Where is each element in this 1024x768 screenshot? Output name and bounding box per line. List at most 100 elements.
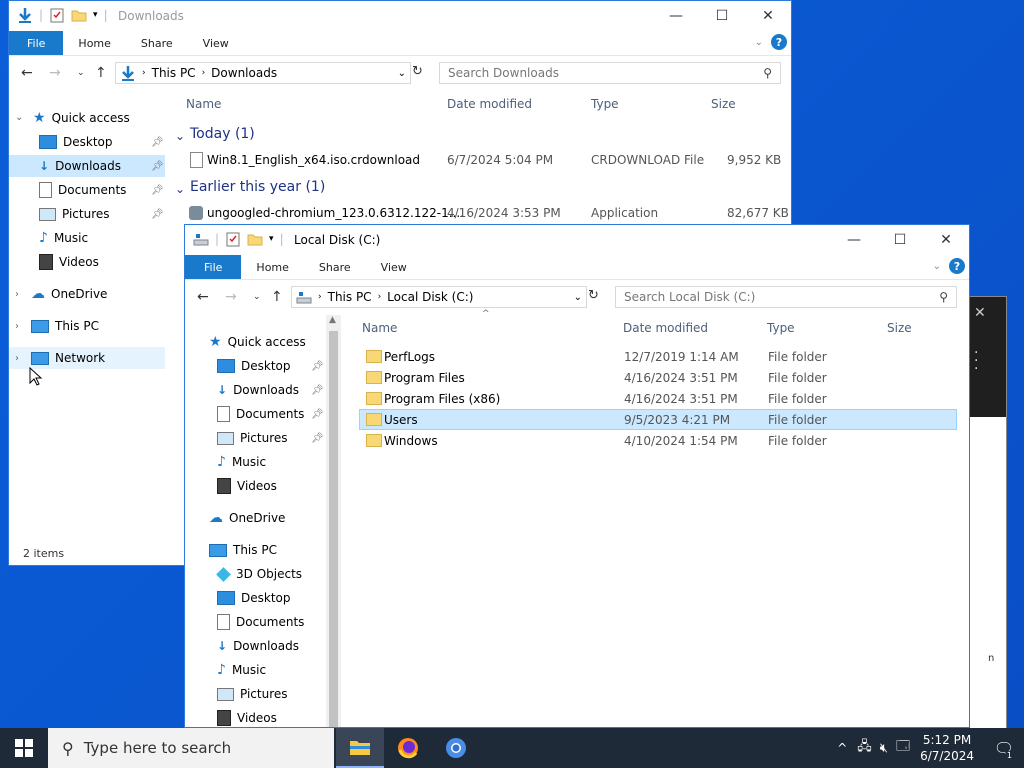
- nav-onedrive[interactable]: ☁ OneDrive: [31, 283, 107, 305]
- help-icon[interactable]: ?: [771, 34, 787, 50]
- show-hidden-icons-icon[interactable]: ^: [837, 741, 847, 755]
- search-icon[interactable]: ⚲: [939, 290, 948, 304]
- group-header-earlier[interactable]: Earlier this year (1): [190, 179, 325, 195]
- nav-pictures[interactable]: Pictures: [217, 427, 288, 449]
- nav-downloads[interactable]: ↓ Downloads: [9, 155, 165, 177]
- chevron-down-icon[interactable]: ⌄: [15, 112, 23, 123]
- table-row[interactable]: PerfLogs 12/7/2019 1:14 AM File folder: [360, 346, 958, 367]
- expand-ribbon-icon[interactable]: ⌄: [933, 261, 941, 272]
- breadcrumb-this-pc[interactable]: This PC: [152, 66, 196, 80]
- nav-videos[interactable]: Videos: [9, 251, 165, 273]
- new-folder-icon[interactable]: [71, 7, 87, 23]
- search-icon[interactable]: ⚲: [763, 66, 772, 80]
- close-button[interactable]: ✕: [923, 225, 969, 255]
- pin-icon[interactable]: 📌︎: [311, 385, 324, 396]
- chevron-down-icon[interactable]: ⌄: [175, 129, 185, 143]
- help-icon[interactable]: ?: [949, 258, 965, 274]
- properties-icon[interactable]: [225, 231, 241, 247]
- forward-button[interactable]: →: [225, 289, 237, 305]
- nav-quick-access[interactable]: ★ Quick access: [209, 331, 306, 353]
- breadcrumb-downloads[interactable]: Downloads: [211, 66, 277, 80]
- chevron-down-icon[interactable]: ▾: [93, 10, 98, 20]
- clock[interactable]: 5:12 PM 6/7/2024: [920, 732, 974, 764]
- column-header-type[interactable]: Type: [767, 321, 795, 335]
- column-header-name[interactable]: Name: [362, 321, 397, 335]
- input-indicator-icon[interactable]: 🗔: [896, 737, 910, 759]
- start-button[interactable]: [0, 728, 48, 768]
- nav-this-pc[interactable]: This PC: [31, 315, 99, 337]
- nav-network[interactable]: Network: [9, 347, 165, 369]
- tab-file[interactable]: File: [9, 31, 64, 55]
- scroll-up-icon[interactable]: ▲: [329, 315, 336, 325]
- list-item[interactable]: Win8.1_English_x64.iso.crdownload 6/7/20…: [186, 149, 786, 170]
- tab-share[interactable]: Share: [304, 255, 366, 279]
- nav-pc-music[interactable]: ♪ Music: [217, 659, 266, 681]
- column-header-size[interactable]: Size: [887, 321, 912, 335]
- taskbar-chromium[interactable]: [432, 728, 480, 768]
- pin-icon[interactable]: 📌︎: [311, 433, 324, 444]
- expand-ribbon-icon[interactable]: ⌄: [755, 37, 763, 48]
- nav-downloads[interactable]: ↓ Downloads: [217, 379, 299, 401]
- nav-desktop[interactable]: Desktop: [9, 131, 165, 153]
- group-header-today[interactable]: Today (1): [190, 126, 255, 142]
- chevron-down-icon[interactable]: ⌄: [175, 182, 185, 196]
- scrollbar-thumb[interactable]: [329, 331, 338, 727]
- nav-scrollbar[interactable]: ▲: [326, 315, 341, 727]
- list-item[interactable]: ungoogled-chromium_123.0.6312.122-1.... …: [186, 202, 789, 223]
- minimize-button[interactable]: —: [831, 225, 877, 255]
- nav-this-pc[interactable]: This PC: [209, 539, 277, 561]
- nav-pictures[interactable]: Pictures: [9, 203, 165, 225]
- nav-music[interactable]: ♪ Music: [217, 451, 266, 473]
- table-row-selected[interactable]: Users 9/5/2023 4:21 PM File folder: [359, 409, 957, 430]
- volume-muted-icon[interactable]: 🔇︎: [880, 741, 888, 756]
- column-header-size[interactable]: Size: [711, 97, 736, 111]
- nav-pc-downloads[interactable]: ↓ Downloads: [217, 635, 299, 657]
- minimize-button[interactable]: —: [653, 1, 699, 31]
- column-header-date[interactable]: Date modified: [447, 97, 532, 111]
- local-disk-window[interactable]: | ▾ | Local Disk (C:) — ☐ ✕ File Home Sh…: [184, 224, 970, 728]
- recent-locations-button[interactable]: ⌄: [253, 292, 261, 302]
- title-bar[interactable]: | ▾ | Local Disk (C:) — ☐ ✕: [185, 225, 969, 255]
- back-button[interactable]: ←: [21, 65, 33, 81]
- refresh-button[interactable]: ↻: [588, 288, 599, 303]
- nav-onedrive[interactable]: ☁ OneDrive: [209, 507, 285, 529]
- up-button[interactable]: ↑: [95, 65, 107, 81]
- nav-pc-desktop[interactable]: Desktop: [217, 587, 291, 609]
- tab-view[interactable]: View: [188, 31, 244, 55]
- notifications-button[interactable]: 🗨︎ 1: [984, 728, 1024, 768]
- column-header-name[interactable]: Name: [186, 97, 221, 111]
- table-row[interactable]: Program Files 4/16/2024 3:51 PM File fol…: [360, 367, 958, 388]
- nav-documents[interactable]: Documents: [9, 179, 165, 201]
- nav-documents[interactable]: Documents: [217, 403, 304, 425]
- close-icon[interactable]: ✕: [974, 305, 986, 321]
- nav-3d-objects[interactable]: 3D Objects: [216, 563, 302, 585]
- address-bar[interactable]: › This PC › Downloads ⌄: [115, 62, 411, 84]
- address-dropdown-icon[interactable]: ⌄: [398, 68, 406, 79]
- tab-share[interactable]: Share: [126, 31, 188, 55]
- properties-icon[interactable]: [49, 7, 65, 23]
- back-button[interactable]: ←: [197, 289, 209, 305]
- more-options-icon[interactable]: · · ·: [974, 346, 978, 376]
- nav-quick-access[interactable]: ★ Quick access: [33, 107, 130, 129]
- address-dropdown-icon[interactable]: ⌄: [574, 292, 582, 303]
- tab-home[interactable]: Home: [63, 31, 125, 55]
- pin-icon[interactable]: 📌︎: [151, 161, 164, 172]
- taskbar-search-input[interactable]: ⚲ Type here to search: [48, 728, 334, 768]
- chevron-right-icon[interactable]: ›: [15, 321, 19, 332]
- background-window[interactable]: ✕ · · · n: [965, 296, 1007, 730]
- address-bar[interactable]: › This PC › Local Disk (C:) ⌄: [291, 286, 587, 308]
- pin-icon[interactable]: 📌︎: [311, 361, 324, 372]
- new-folder-icon[interactable]: [247, 231, 263, 247]
- table-row[interactable]: Program Files (x86) 4/16/2024 3:51 PM Fi…: [360, 388, 958, 409]
- search-input[interactable]: Search Local Disk (C:) ⚲: [615, 286, 957, 308]
- table-row[interactable]: Windows 4/10/2024 1:54 PM File folder: [360, 430, 958, 451]
- chevron-right-icon[interactable]: ›: [15, 353, 19, 364]
- up-button[interactable]: ↑: [271, 289, 283, 305]
- taskbar-firefox[interactable]: [384, 728, 432, 768]
- recent-locations-button[interactable]: ⌄: [77, 68, 85, 78]
- refresh-button[interactable]: ↻: [412, 64, 423, 79]
- tab-file[interactable]: File: [185, 255, 242, 279]
- pin-icon[interactable]: 📌︎: [151, 137, 164, 148]
- close-button[interactable]: ✕: [745, 1, 791, 31]
- tab-home[interactable]: Home: [241, 255, 303, 279]
